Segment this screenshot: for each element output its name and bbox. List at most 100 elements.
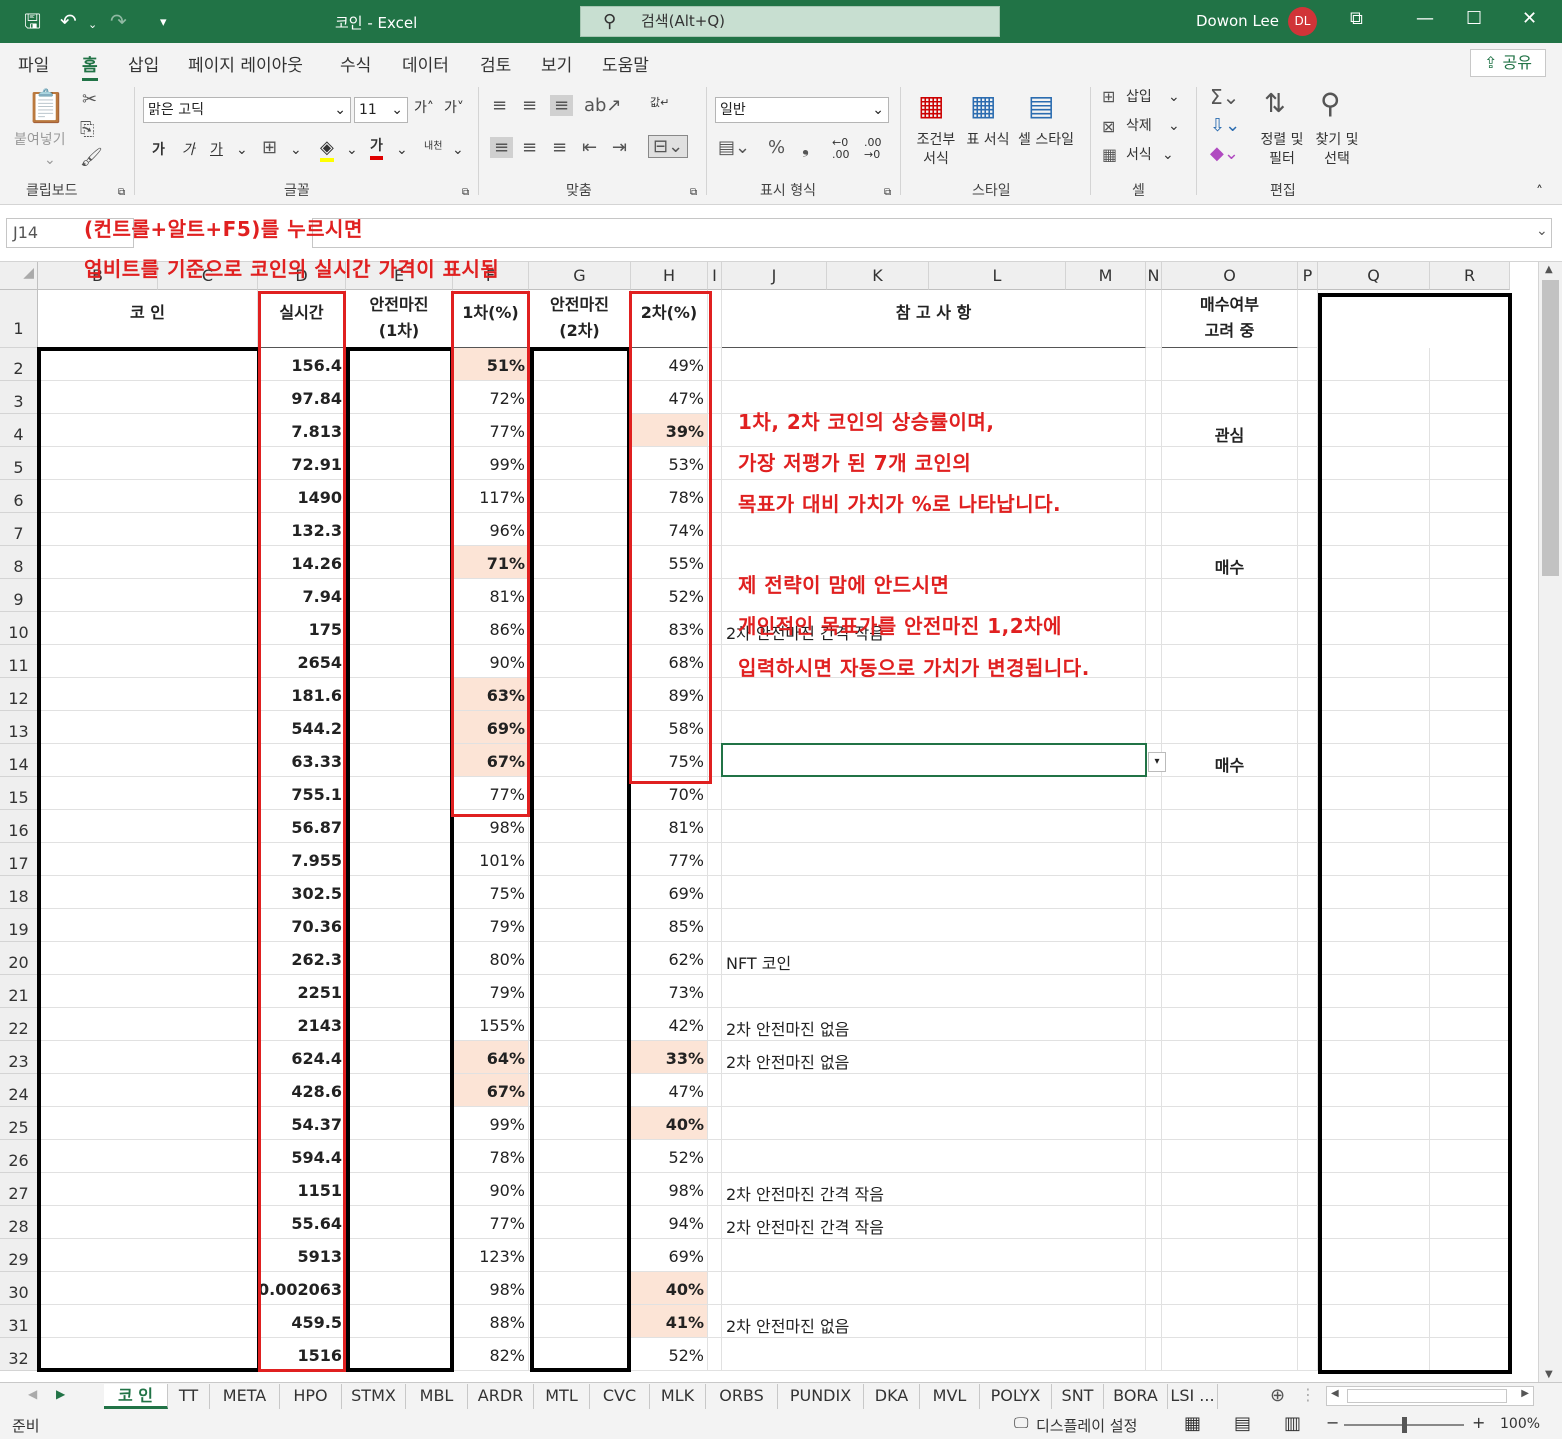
sheet-tab-dka[interactable]: DKA [864,1384,920,1409]
border-icon[interactable]: ⊞ [262,137,277,158]
row-header-9[interactable]: 9 [0,579,38,612]
insert-cells-button[interactable]: 삽입 [1126,88,1152,107]
coin-cell[interactable] [38,1338,258,1371]
margin1-cell[interactable] [346,645,453,678]
zoom-level[interactable]: 100% [1500,1416,1540,1432]
row-header-30[interactable]: 30 [0,1272,38,1305]
margin1-cell[interactable] [346,1305,453,1338]
horizontal-scrollbar[interactable]: ◀ ▶ [1326,1386,1534,1406]
margin2-cell[interactable] [529,909,631,942]
tab-help[interactable]: 도움말 [602,51,649,76]
coin-cell[interactable] [38,1041,258,1074]
pct2-cell[interactable]: 55% [631,546,708,579]
row-header-8[interactable]: 8 [0,546,38,579]
cell[interactable] [1146,876,1162,909]
cell[interactable] [1298,645,1318,678]
delete-dropdown-icon[interactable]: ⌄ [1168,117,1180,136]
cell[interactable] [1430,942,1510,975]
margin2-cell[interactable] [529,711,631,744]
margin2-cell[interactable] [529,381,631,414]
pct2-cell[interactable]: 98% [631,1173,708,1206]
price-cell[interactable]: 132.3 [258,513,346,546]
font-size-select[interactable]: 11 ⌄ [354,97,408,123]
sheet-tab-mvl[interactable]: MVL [920,1384,980,1409]
cell[interactable] [1146,711,1162,744]
cell[interactable] [708,1305,722,1338]
coin-cell[interactable] [38,381,258,414]
cell[interactable] [1430,1074,1510,1107]
row-header-26[interactable]: 26 [0,1140,38,1173]
cell[interactable] [1146,1074,1162,1107]
coin-cell[interactable] [38,1239,258,1272]
cell[interactable] [708,579,722,612]
cell[interactable] [1318,1239,1430,1272]
coin-cell[interactable] [38,1008,258,1041]
margin1-cell[interactable] [346,1338,453,1371]
row-header-2[interactable]: 2 [0,348,38,381]
scroll-thumb[interactable] [1542,280,1559,576]
buy-cell[interactable] [1162,1008,1298,1041]
cell[interactable] [1146,1173,1162,1206]
pct2-cell[interactable]: 47% [631,1074,708,1107]
margin1-cell[interactable] [346,546,453,579]
align-bottom-icon[interactable]: ≡ [550,95,574,116]
margin2-cell[interactable] [529,612,631,645]
price-cell[interactable]: 1490 [258,480,346,513]
decrease-font-icon[interactable]: 가˅ [444,99,464,118]
sheet-tab-mlk[interactable]: MLK [650,1384,706,1409]
price-cell[interactable]: 175 [258,612,346,645]
fill-icon[interactable]: ⇩⌄ [1210,115,1240,136]
row-header-3[interactable]: 3 [0,381,38,414]
pct1-cell[interactable]: 77% [453,777,529,810]
cell[interactable] [1146,1206,1162,1239]
maximize-icon[interactable]: ☐ [1466,8,1482,29]
buy-cell[interactable] [1162,1140,1298,1173]
formula-input[interactable] [312,218,1552,248]
cell[interactable] [1146,1107,1162,1140]
increase-indent-icon[interactable]: ⇥ [612,137,627,158]
sheet-tab-snt[interactable]: SNT [1052,1384,1104,1409]
cell[interactable] [1146,1272,1162,1305]
price-cell[interactable]: 14.26 [258,546,346,579]
pct1-cell[interactable]: 98% [453,1272,529,1305]
cell[interactable] [1318,1173,1430,1206]
pct2-cell[interactable]: 69% [631,1239,708,1272]
note-cell[interactable]: 2차 안전마진 없음 [722,1305,1146,1338]
margin2-cell[interactable] [529,1338,631,1371]
row-header-11[interactable]: 11 [0,645,38,678]
cell-style-button[interactable]: 셀 스타일 [1016,131,1076,150]
comma-icon[interactable]: ❟ [802,137,809,158]
number-launcher-icon[interactable]: ⧉ [884,183,891,202]
margin1-cell[interactable] [346,810,453,843]
buy-cell[interactable] [1162,1338,1298,1371]
cell[interactable] [708,876,722,909]
pct1-cell[interactable]: 71% [453,546,529,579]
cell[interactable] [1146,381,1162,414]
align-top-icon[interactable]: ≡ [492,95,507,116]
pct1-cell[interactable]: 99% [453,447,529,480]
price-cell[interactable]: 1516 [258,1338,346,1371]
margin2-cell[interactable] [529,1173,631,1206]
pct1-cell[interactable]: 79% [453,975,529,1008]
wrap-text-button[interactable]: 값↵ [650,97,669,109]
format-table-icon[interactable]: ▦ [970,89,996,122]
price-cell[interactable]: 70.36 [258,909,346,942]
margin1-cell[interactable] [346,1041,453,1074]
bold-button[interactable]: 가 [152,141,165,160]
phonetic-button[interactable]: 내천 [424,137,442,156]
buy-cell[interactable] [1162,711,1298,744]
cell[interactable] [708,777,722,810]
insert-dropdown-icon[interactable]: ⌄ [1168,88,1180,107]
pct2-cell[interactable]: 33% [631,1041,708,1074]
tab-view[interactable]: 보기 [541,51,572,76]
price-cell[interactable]: 181.6 [258,678,346,711]
buy-cell[interactable] [1162,678,1298,711]
underline-button[interactable]: 가 [210,141,223,160]
cell[interactable] [1298,414,1318,447]
cell[interactable] [1298,1140,1318,1173]
coin-cell[interactable] [38,546,258,579]
cell[interactable] [708,744,722,777]
cell[interactable] [1146,1239,1162,1272]
margin2-cell[interactable] [529,810,631,843]
coin-cell[interactable] [38,744,258,777]
